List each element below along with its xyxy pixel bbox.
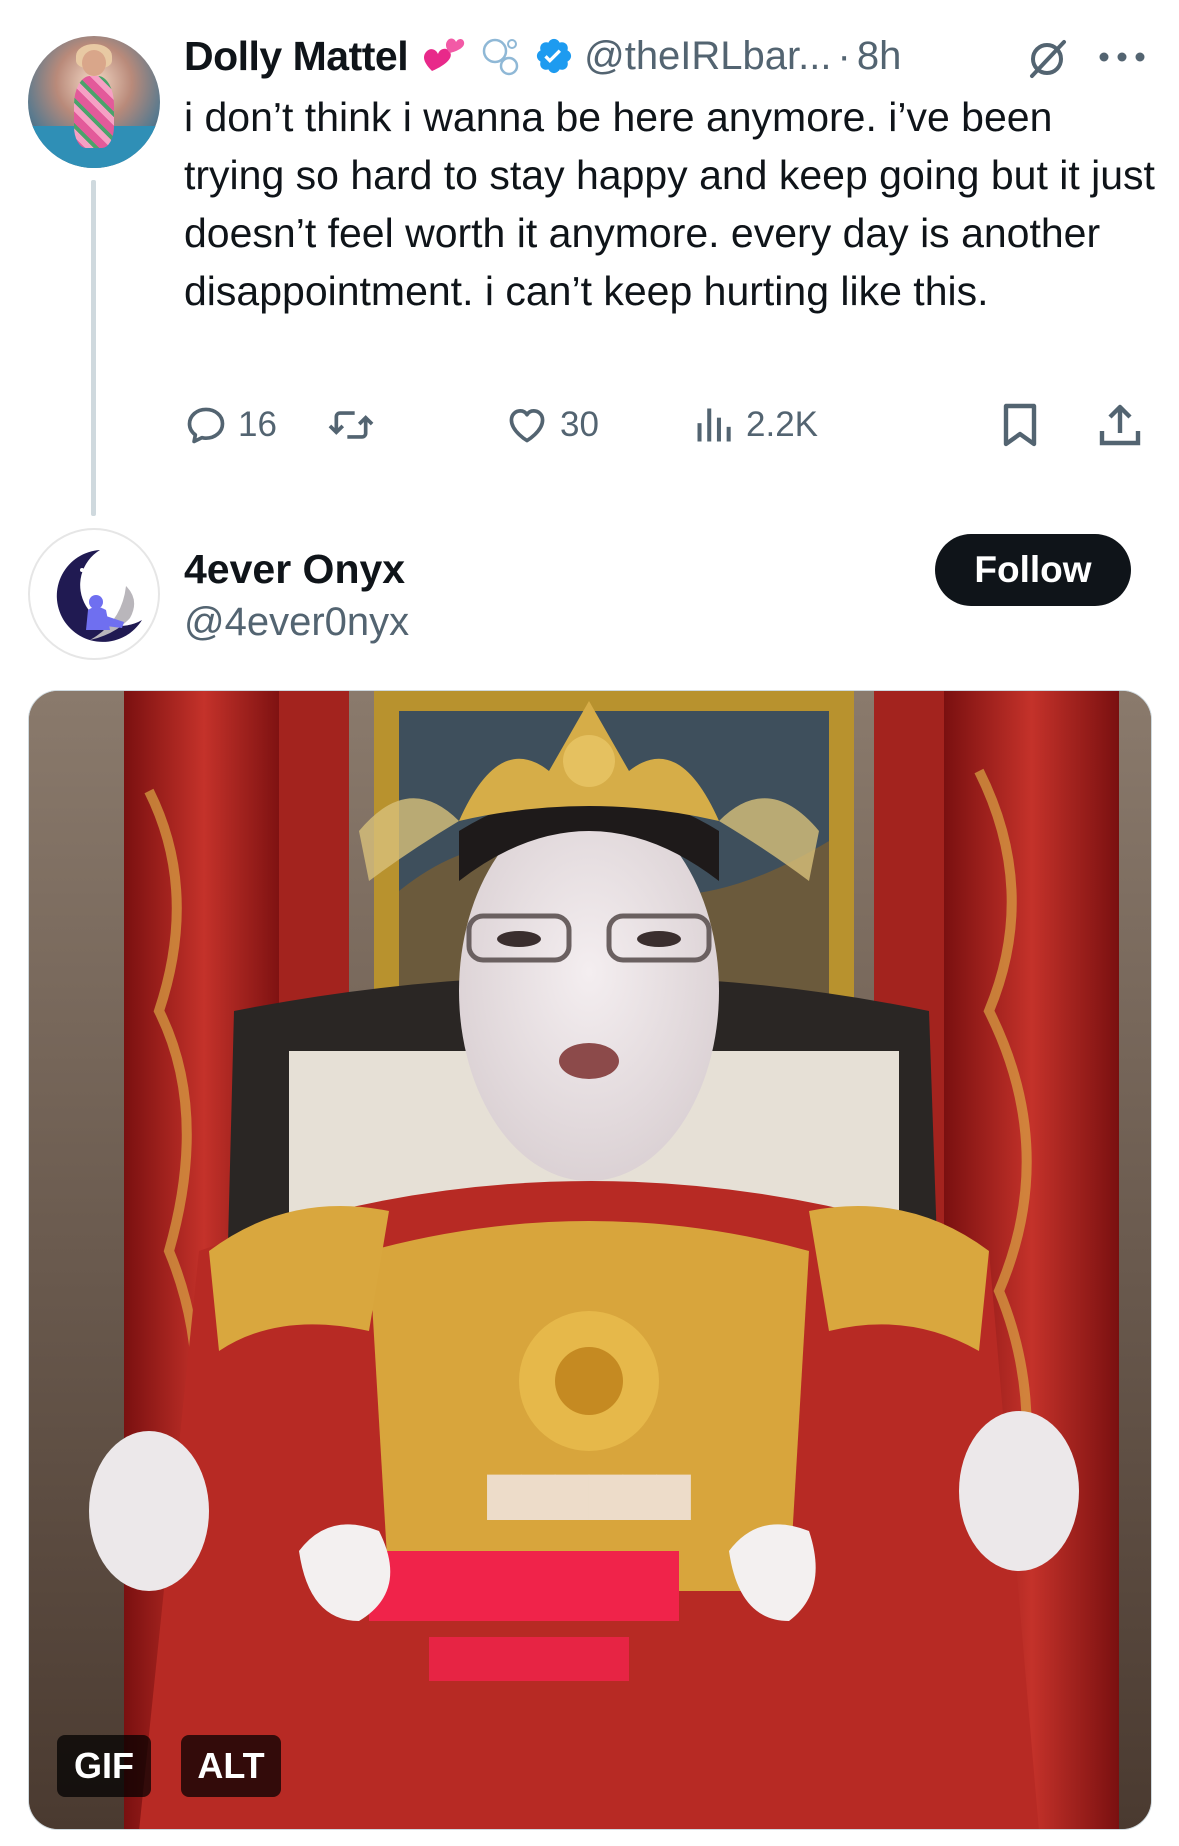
more-options-icon[interactable] xyxy=(1098,50,1146,68)
follow-button[interactable]: Follow xyxy=(935,534,1131,606)
analytics-icon xyxy=(697,408,731,442)
moon-logo-icon xyxy=(44,546,144,646)
author-name[interactable]: 4ever Onyx xyxy=(184,546,405,593)
verified-badge-icon xyxy=(534,36,574,76)
reply-icon xyxy=(187,407,225,444)
author-name[interactable]: Dolly Mattel xyxy=(184,33,409,80)
gif-badge[interactable]: GIF xyxy=(57,1735,151,1797)
bookmark-button[interactable] xyxy=(1000,395,1040,455)
timestamp[interactable]: 8h xyxy=(857,34,902,79)
repost-button[interactable] xyxy=(326,395,386,455)
share-button[interactable] xyxy=(1098,395,1142,455)
avatar[interactable] xyxy=(28,36,160,168)
bubbles-icon xyxy=(478,33,524,79)
bookmark-icon xyxy=(1003,403,1037,447)
two-hearts-icon xyxy=(420,33,466,79)
reply-button[interactable]: 16 xyxy=(184,395,277,455)
view-count: 2.2K xyxy=(746,405,818,444)
tweet-header: Dolly Mattel @theIRLbar... · 8h xyxy=(184,30,901,82)
author-handle[interactable]: @theIRLbar... xyxy=(584,34,831,79)
gif-image: ▇▇▇▇▇▇ xyxy=(29,691,1151,1829)
tweet-text: i don’t think i wanna be here anymore. i… xyxy=(184,94,1155,314)
thread-line xyxy=(91,180,96,516)
grok-icon[interactable] xyxy=(1026,36,1070,85)
heart-icon xyxy=(509,409,545,443)
repost-icon xyxy=(328,411,374,439)
separator-dot: · xyxy=(837,33,851,78)
alt-text-badge[interactable]: ALT xyxy=(181,1735,281,1797)
avatar[interactable] xyxy=(28,528,160,660)
views-button[interactable]: 2.2K xyxy=(692,395,818,455)
author-handle[interactable]: @4ever0nyx xyxy=(184,600,409,645)
parent-tweet[interactable]: Dolly Mattel @theIRLbar... · 8h i don’t … xyxy=(0,0,1179,520)
tweet-actions: 16 30 2.2K xyxy=(184,395,1144,455)
like-button[interactable]: 30 xyxy=(504,395,599,455)
reply-count: 16 xyxy=(238,405,277,444)
share-icon xyxy=(1099,404,1141,446)
gif-media[interactable]: ▇▇▇▇▇▇ GIF ALT xyxy=(28,690,1152,1830)
svg-text:▇▇▇▇▇▇: ▇▇▇▇▇▇ xyxy=(486,1469,691,1520)
like-count: 30 xyxy=(560,405,599,444)
